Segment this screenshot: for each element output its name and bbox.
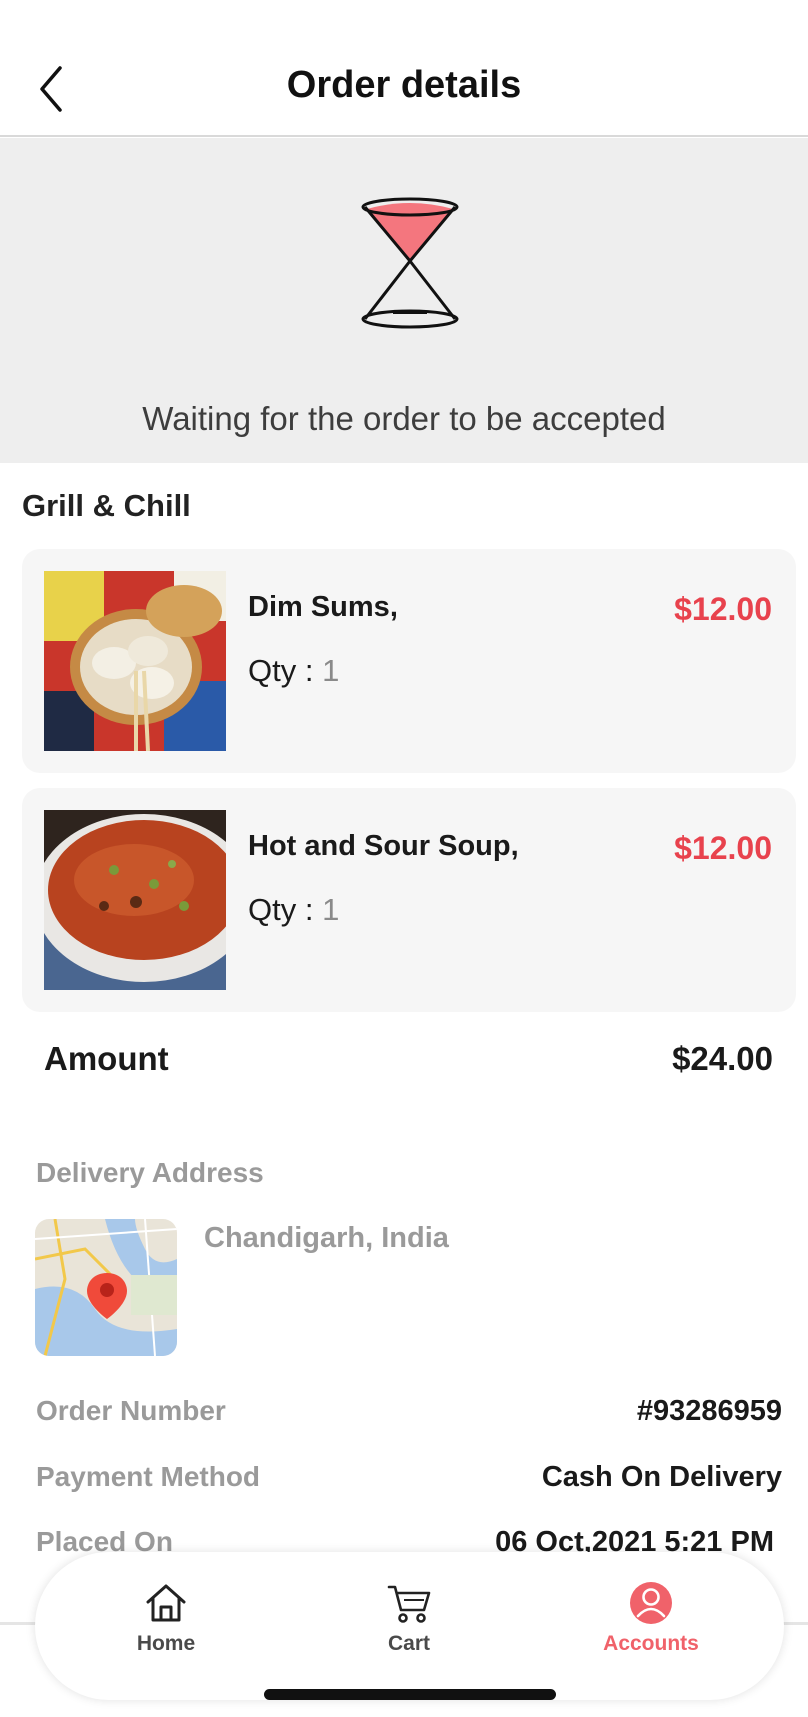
delivery-address-label: Delivery Address	[36, 1157, 264, 1188]
payment-method-value: Cash On Delivery	[541, 1461, 782, 1493]
delivery-address-value: Chandigarh, India	[204, 1222, 449, 1254]
tab-accounts-label: Accounts	[603, 1632, 699, 1655]
item-quantity-label: Qty :	[248, 653, 323, 688]
account-icon	[630, 1582, 672, 1624]
order-item-card[interactable]: Hot and Sour Soup, Qty : 1 $12.00	[22, 788, 796, 1012]
hot-and-sour-soup-image	[44, 810, 226, 990]
home-icon	[146, 1584, 186, 1622]
amount-value: $24.00	[672, 1040, 773, 1077]
item-quantity-value: 1	[322, 892, 340, 927]
item-quantity: Qty : 1	[248, 892, 339, 928]
item-quantity-value: 1	[322, 653, 340, 688]
restaurant-name: Grill & Chill	[22, 488, 191, 523]
order-status-text: Waiting for the order to be accepted	[142, 400, 666, 437]
item-quantity: Qty : 1	[248, 653, 339, 689]
header: Order details	[0, 0, 808, 137]
item-price: $12.00	[674, 591, 772, 627]
tab-home-label: Home	[136, 1632, 196, 1655]
order-number-value: #93286959	[636, 1395, 782, 1427]
cart-icon	[387, 1585, 431, 1623]
payment-method-label: Payment Method	[36, 1461, 261, 1492]
tab-cart-label: Cart	[387, 1632, 430, 1655]
bottom-tab-bar: Home Cart Accounts	[35, 1552, 784, 1700]
item-name: Dim Sums,	[248, 591, 398, 623]
tab-accounts[interactable]: Accounts	[576, 1580, 726, 1670]
amount-label: Amount	[44, 1040, 169, 1077]
delivery-map-thumbnail[interactable]	[35, 1219, 177, 1356]
hourglass-icon	[361, 197, 459, 329]
tab-cart[interactable]: Cart	[334, 1580, 484, 1670]
item-name: Hot and Sour Soup,	[248, 830, 519, 862]
home-indicator	[264, 1689, 556, 1700]
tab-home[interactable]: Home	[91, 1580, 241, 1670]
dim-sums-image	[44, 571, 226, 751]
order-status-banner: Waiting for the order to be accepted	[0, 138, 808, 463]
order-number-label: Order Number	[36, 1395, 226, 1426]
order-item-card[interactable]: Dim Sums, Qty : 1 $12.00	[22, 549, 796, 773]
page-title: Order details	[286, 64, 522, 106]
item-quantity-label: Qty :	[248, 892, 323, 927]
item-price: $12.00	[674, 830, 772, 866]
